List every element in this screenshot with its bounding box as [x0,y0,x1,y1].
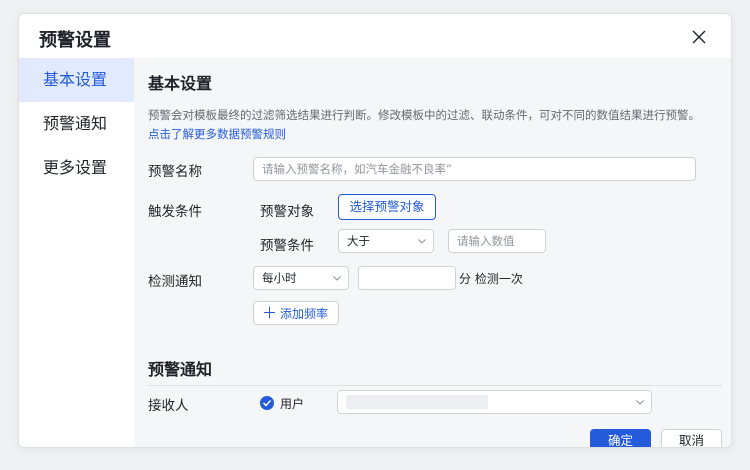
check-icon [262,399,272,407]
receiver-value-redacted [346,395,488,409]
sidebar: 基本设置 预警通知 更多设置 [19,58,134,447]
plus-icon: ＋ [262,304,278,322]
description: 预警会对模板最终的过滤筛选结果进行判断。修改模板中的过滤、联动条件，可对不同的数… [148,106,708,144]
description-text: 预警会对模板最终的过滤筛选结果进行判断。修改模板中的过滤、联动条件，可对不同的数… [148,108,700,122]
alert-target-label: 预警对象 [260,204,314,220]
chevron-down-icon [333,276,341,281]
sidebar-item-more-settings[interactable]: 更多设置 [19,146,134,190]
add-frequency-button[interactable]: ＋添加频率 [253,301,339,325]
trigger-condition-label: 触发条件 [148,204,202,220]
content-panel: 基本设置 预警会对模板最终的过滤筛选结果进行判断。修改模板中的过滤、联动条件，可… [134,58,731,447]
condition-select-value: 大于 [347,234,370,248]
receiver-label: 接收人 [148,398,189,414]
cancel-button[interactable]: 取消 [661,429,722,447]
detect-unit-label: 分 检测一次 [459,272,523,286]
detect-notify-label: 检测通知 [148,274,202,290]
select-target-button[interactable]: 选择预警对象 [338,194,436,220]
user-radio[interactable] [260,396,274,410]
chevron-down-icon [418,239,426,244]
close-icon[interactable] [689,27,709,47]
dialog-title: 预警设置 [39,30,111,51]
alert-condition-label: 预警条件 [260,238,314,254]
rule-link[interactable]: 点击了解更多数据预警规则 [148,127,286,141]
dialog-header: 预警设置 [19,14,731,58]
receiver-select[interactable] [337,390,652,414]
frequency-select[interactable]: 每小时 [253,266,349,290]
section-title-basic: 基本设置 [148,74,213,93]
confirm-button[interactable]: 确定 [590,429,651,447]
alert-name-input[interactable]: 请输入预警名称，如汽车金融不良率” [253,157,696,181]
divider [148,385,722,386]
alert-name-label: 预警名称 [148,164,202,180]
add-frequency-label: 添加频率 [280,307,329,321]
section-title-notify: 预警通知 [148,360,213,379]
sidebar-item-basic-settings[interactable]: 基本设置 [19,58,134,102]
frequency-select-value: 每小时 [262,271,297,285]
chevron-down-icon [636,400,644,405]
minute-input[interactable] [358,266,456,290]
condition-value-input[interactable]: 请输入数值 [448,229,546,253]
user-radio-label: 用户 [280,397,305,411]
sidebar-item-alert-notification[interactable]: 预警通知 [19,102,134,146]
condition-select[interactable]: 大于 [338,229,434,253]
alert-settings-dialog: 预警设置 基本设置 预警通知 更多设置 基本设置 预警会对模板最终的过滤筛选结果… [18,13,732,448]
